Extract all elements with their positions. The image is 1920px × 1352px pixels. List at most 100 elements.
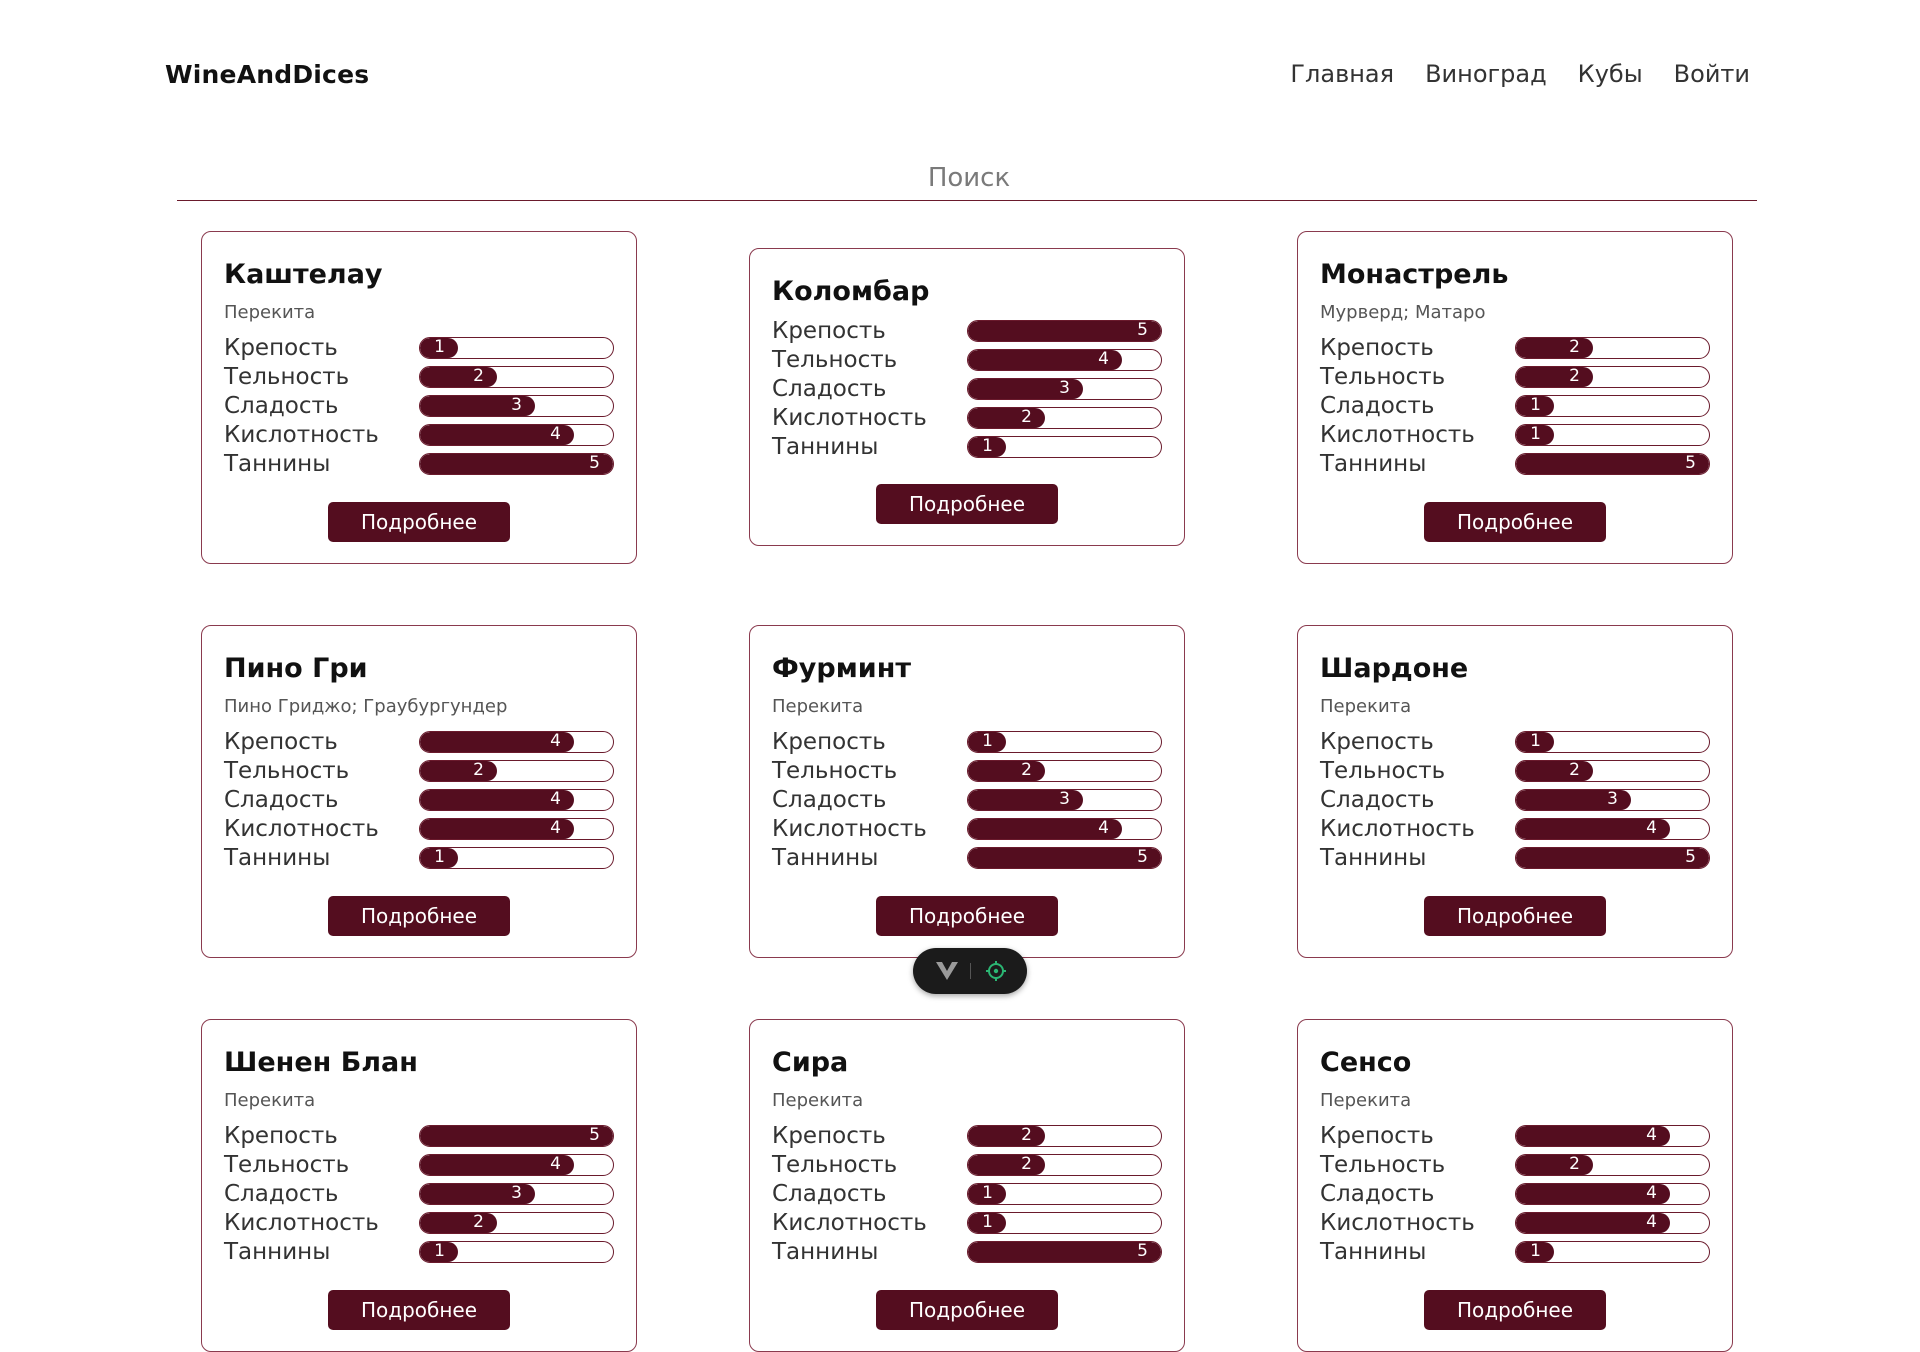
stat-row-strength: Крепость 5 [772,318,1162,345]
stat-label: Тельность [224,758,350,784]
stat-bar-sweetness: 3 [967,789,1162,811]
stat-row-sweetness: Сладость 3 [1320,787,1710,814]
stat-bar-fill: 2 [1516,367,1593,387]
stat-bar-acidity: 4 [419,818,614,840]
stat-row-tannins: Таннины 5 [772,1239,1162,1266]
stat-label: Крепость [224,1123,338,1149]
stat-bar-tannins: 5 [967,847,1162,869]
stat-bar-strength: 2 [967,1125,1162,1147]
stat-label: Крепость [224,335,338,361]
stat-row-acidity: Кислотность 4 [224,816,614,843]
stat-bar-fill: 3 [1516,790,1631,810]
stat-bar-sweetness: 3 [419,395,614,417]
stat-label: Крепость [772,729,886,755]
stat-label: Крепость [1320,729,1434,755]
vue-devtools-toggle[interactable] [913,948,1027,994]
stat-bar-fill: 3 [420,1184,535,1204]
stat-row-acidity: Кислотность 4 [1320,1210,1710,1237]
stat-row-acidity: Кислотность 2 [224,1210,614,1237]
details-button[interactable]: Подробнее [328,896,510,936]
stat-bar-acidity: 2 [967,407,1162,429]
grape-synonyms: Перекита [772,696,864,717]
stat-label: Таннины [224,451,331,477]
stat-row-acidity: Кислотность 1 [772,1210,1162,1237]
stat-label: Тельность [772,758,898,784]
stat-bar-fill: 1 [968,1184,1006,1204]
stat-row-strength: Крепость 2 [1320,335,1710,362]
stat-bar-tannins: 5 [419,453,614,475]
stat-label: Крепость [224,729,338,755]
stat-label: Тельность [224,1152,350,1178]
stat-bar-fill: 2 [420,367,497,387]
stat-row-sweetness: Сладость 4 [224,787,614,814]
stat-bar-fill: 5 [1516,848,1709,868]
stat-label: Сладость [772,1181,887,1207]
stat-bar-acidity: 2 [419,1212,614,1234]
stat-row-tannins: Таннины 1 [1320,1239,1710,1266]
grape-synonyms: Перекита [224,1090,316,1111]
stat-bar-fill: 1 [420,848,458,868]
grape-synonyms: Мурверд; Матаро [1320,302,1486,323]
stat-bar-fill: 4 [1516,1184,1670,1204]
stat-label: Кислотность [224,422,379,448]
stat-label: Тельность [772,1152,898,1178]
stat-bar-fill: 2 [968,408,1045,428]
stat-bar-tannins: 1 [419,847,614,869]
details-button[interactable]: Подробнее [328,502,510,542]
stat-bar-fill: 1 [1516,425,1554,445]
stat-bar-acidity: 1 [967,1212,1162,1234]
stat-row-body: Тельность 2 [224,758,614,785]
details-button[interactable]: Подробнее [876,896,1058,936]
stat-row-sweetness: Сладость 3 [772,787,1162,814]
stat-bar-tannins: 1 [967,436,1162,458]
stat-bar-body: 4 [967,349,1162,371]
target-icon[interactable] [985,960,1007,982]
details-button[interactable]: Подробнее [1424,502,1606,542]
stat-label: Кислотность [1320,816,1475,842]
stat-bar-fill: 1 [968,1213,1006,1233]
stat-label: Кислотность [1320,422,1475,448]
grape-synonyms: Перекита [772,1090,864,1111]
details-button[interactable]: Подробнее [1424,896,1606,936]
grape-name: Каштелау [224,259,383,290]
stat-bar-fill: 3 [968,379,1083,399]
stat-bar-fill: 1 [420,1242,458,1262]
details-button[interactable]: Подробнее [1424,1290,1606,1330]
stat-bar-body: 2 [1515,1154,1710,1176]
stat-label: Сладость [224,393,339,419]
stat-label: Таннины [772,1239,879,1265]
stat-bar-fill: 5 [968,321,1161,341]
stat-bar-strength: 4 [1515,1125,1710,1147]
stat-bar-sweetness: 1 [1515,395,1710,417]
stat-bar-fill: 4 [420,732,574,752]
stat-label: Тельность [1320,1152,1446,1178]
stat-label: Крепость [1320,335,1434,361]
stat-row-body: Тельность 2 [1320,758,1710,785]
stat-label: Таннины [1320,1239,1427,1265]
stat-row-sweetness: Сладость 4 [1320,1181,1710,1208]
stat-bar-sweetness: 3 [967,378,1162,400]
stat-bar-body: 2 [419,760,614,782]
stat-bar-fill: 5 [1516,454,1709,474]
stat-row-acidity: Кислотность 4 [772,816,1162,843]
grape-card-kashtelau: Каштелау Перекита Крепость 1 Тельность 2 Сладо… [201,231,637,564]
stat-bar-fill: 3 [968,790,1083,810]
grape-name: Пино Гри [224,653,368,684]
stat-bar-tannins: 5 [1515,453,1710,475]
stat-bar-fill: 1 [1516,1242,1554,1262]
details-button[interactable]: Подробнее [876,484,1058,524]
stat-bar-sweetness: 4 [1515,1183,1710,1205]
stat-bar-fill: 4 [1516,819,1670,839]
stat-bar-fill: 1 [1516,396,1554,416]
stat-label: Сладость [1320,1181,1435,1207]
stat-label: Кислотность [224,1210,379,1236]
stat-bar-fill: 5 [968,1242,1161,1262]
grape-card-monastrel: Монастрель Мурверд; Матаро Крепость 2 Тельно… [1297,231,1733,564]
stat-bar-fill: 4 [420,790,574,810]
stat-bar-fill: 4 [420,425,574,445]
stat-row-body: Тельность 2 [772,758,1162,785]
grape-name: Шенен Блан [224,1047,418,1078]
details-button[interactable]: Подробнее [876,1290,1058,1330]
stat-label: Крепость [772,1123,886,1149]
details-button[interactable]: Подробнее [328,1290,510,1330]
